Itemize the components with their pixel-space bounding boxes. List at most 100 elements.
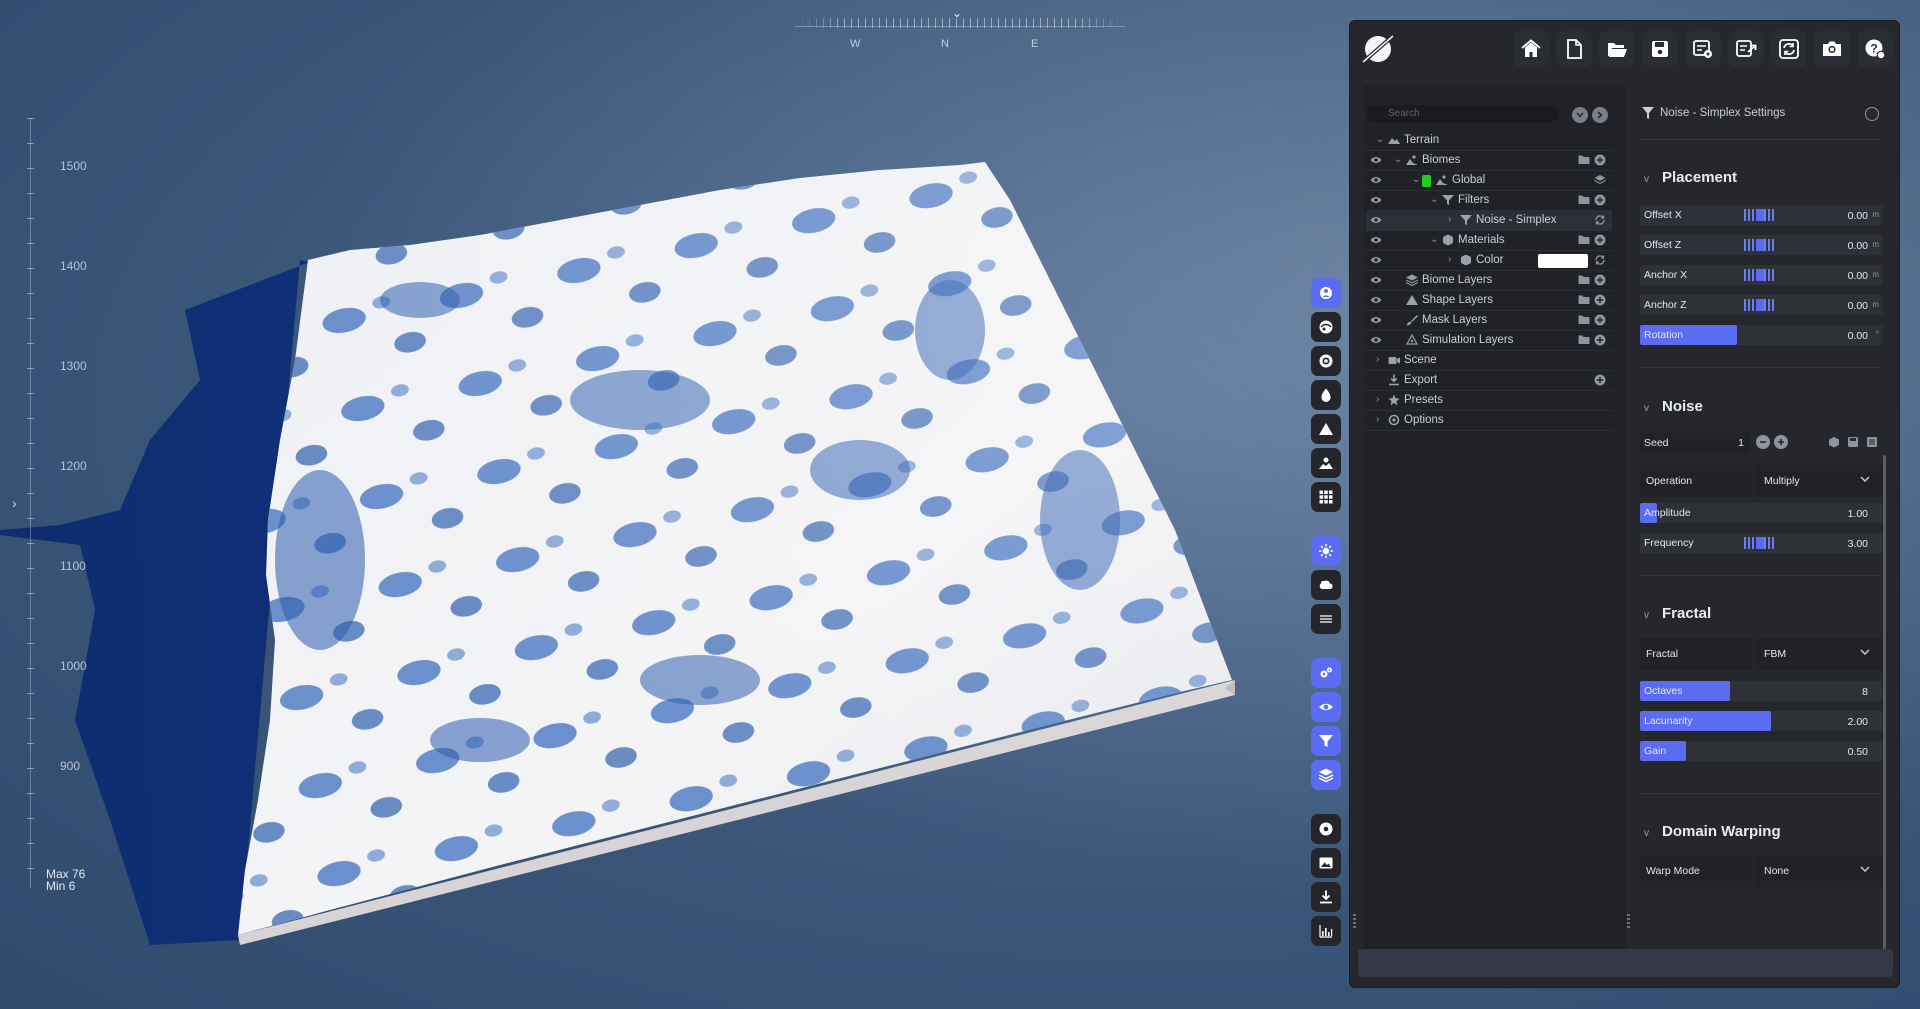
anchor-x-field[interactable]: Anchor X 0.00 m (1640, 265, 1882, 285)
warp-mode-select[interactable]: None (1756, 855, 1882, 887)
section-domain-warping[interactable]: v Domain Warping (1644, 823, 1781, 840)
add-icon[interactable] (1594, 374, 1606, 386)
folder-icon[interactable] (1578, 314, 1590, 325)
biome-color-swatch[interactable] (1422, 175, 1431, 187)
eye-icon[interactable] (1370, 295, 1382, 305)
tool-mountain-button[interactable] (1311, 414, 1341, 444)
tree-item-mask-layers[interactable]: Mask Layers (1366, 311, 1612, 331)
octaves-slider[interactable]: Octaves 8 (1640, 681, 1882, 701)
chevron-right-icon[interactable]: › (1376, 414, 1379, 425)
tool-stats-button[interactable] (1311, 916, 1341, 946)
tool-target-button[interactable] (1311, 346, 1341, 376)
add-icon[interactable] (1594, 274, 1606, 286)
section-noise[interactable]: v Noise (1644, 398, 1703, 415)
anchor-z-field[interactable]: Anchor Z 0.00 m (1640, 295, 1882, 315)
offset-x-field[interactable]: Offset X 0.00 m (1640, 205, 1882, 225)
seed-field[interactable]: Seed 1 (1640, 433, 1750, 453)
expand-left-icon[interactable]: › (12, 495, 17, 511)
new-file-button[interactable] (1556, 31, 1592, 67)
refresh-icon[interactable] (1594, 214, 1606, 226)
tool-compass-button[interactable] (1311, 278, 1341, 308)
eye-icon[interactable] (1370, 255, 1382, 265)
section-fractal[interactable]: v Fractal (1644, 605, 1711, 622)
collapse-all-button[interactable] (1572, 107, 1588, 123)
folder-icon[interactable] (1578, 274, 1590, 285)
eye-icon[interactable] (1370, 275, 1382, 285)
add-icon[interactable] (1594, 234, 1606, 246)
eye-icon[interactable] (1370, 235, 1382, 245)
tree-item-color[interactable]: › Color (1366, 251, 1612, 271)
jog-slider-icon[interactable] (1744, 209, 1776, 221)
list-icon[interactable] (1866, 436, 1878, 448)
tool-landscape-button[interactable] (1311, 448, 1341, 478)
chevron-down-icon[interactable]: ⌄ (1430, 194, 1438, 205)
rotation-slider[interactable]: Rotation 0.00 ° (1640, 325, 1882, 345)
resize-grip[interactable] (1627, 914, 1630, 928)
section-placement[interactable]: v Placement (1644, 169, 1737, 186)
chevron-right-icon[interactable]: › (1448, 254, 1451, 265)
status-bar[interactable] (1358, 949, 1893, 977)
tool-water-drop-button[interactable] (1311, 380, 1341, 410)
tree-item-global[interactable]: ⌄ Global (1366, 171, 1612, 191)
eye-icon[interactable] (1370, 335, 1382, 345)
tool-globe-button[interactable] (1311, 312, 1341, 342)
refresh-icon[interactable] (1594, 254, 1606, 266)
chevron-down-icon[interactable]: ⌄ (1430, 234, 1438, 245)
tool-fog-button[interactable] (1311, 604, 1341, 634)
resize-grip[interactable] (1353, 914, 1356, 928)
eye-icon[interactable] (1370, 195, 1382, 205)
tree-item-biome-layers[interactable]: Biome Layers (1366, 271, 1612, 291)
add-icon[interactable] (1594, 334, 1606, 346)
eye-icon[interactable] (1370, 215, 1382, 225)
jog-slider-icon[interactable] (1744, 537, 1776, 549)
folder-icon[interactable] (1578, 334, 1590, 345)
tree-item-terrain[interactable]: ⌄ Terrain (1366, 131, 1612, 151)
open-folder-button[interactable] (1599, 31, 1635, 67)
eye-icon[interactable] (1370, 315, 1382, 325)
lacunarity-slider[interactable]: Lacunarity 2.00 (1640, 711, 1882, 731)
save-settings-button[interactable] (1685, 31, 1721, 67)
camera-button[interactable] (1814, 31, 1850, 67)
tree-item-noise-simplex[interactable]: › Noise - Simplex (1366, 211, 1612, 231)
tool-sun-button[interactable] (1311, 536, 1341, 566)
offset-z-field[interactable]: Offset Z 0.00 m (1640, 235, 1882, 255)
help-button[interactable]: ? (1857, 31, 1893, 67)
chevron-right-icon[interactable]: › (1448, 214, 1451, 225)
folder-icon[interactable] (1578, 234, 1590, 245)
tree-item-options[interactable]: › Options (1366, 411, 1612, 431)
add-icon[interactable] (1594, 294, 1606, 306)
jog-slider-icon[interactable] (1744, 269, 1776, 281)
chevron-down-icon[interactable]: ⌄ (1412, 174, 1420, 185)
export-button[interactable] (1728, 31, 1764, 67)
search-input[interactable]: Search (1366, 105, 1558, 123)
tree-item-simulation-layers[interactable]: Simulation Layers (1366, 331, 1612, 351)
expand-button[interactable] (1592, 107, 1608, 123)
folder-icon[interactable] (1578, 294, 1590, 305)
tree-item-scene[interactable]: › Scene (1366, 351, 1612, 371)
tool-layers-button[interactable] (1311, 760, 1341, 790)
add-icon[interactable] (1594, 154, 1606, 166)
seed-increment-button[interactable] (1774, 435, 1788, 449)
chevron-right-icon[interactable]: › (1376, 394, 1379, 405)
seed-decrement-button[interactable] (1756, 435, 1770, 449)
tree-item-shape-layers[interactable]: Shape Layers (1366, 291, 1612, 311)
dice-icon[interactable] (1828, 436, 1840, 448)
chevron-right-icon[interactable]: › (1376, 354, 1379, 365)
color-swatch[interactable] (1538, 254, 1588, 268)
settings-gear-icon[interactable] (1865, 107, 1879, 121)
amplitude-slider[interactable]: Amplitude 1.00 (1640, 503, 1882, 523)
tool-eye-button[interactable] (1311, 692, 1341, 722)
operation-select[interactable]: Multiply (1756, 465, 1882, 497)
tool-record-button[interactable] (1311, 814, 1341, 844)
save-seed-icon[interactable] (1847, 436, 1859, 448)
tool-cloud-button[interactable] (1311, 570, 1341, 600)
chevron-down-icon[interactable]: ⌄ (1394, 154, 1402, 165)
compass[interactable]: ⌄ W N E (795, 6, 1125, 50)
tool-image-button[interactable] (1311, 848, 1341, 878)
eye-icon[interactable] (1370, 155, 1382, 165)
tool-grid-button[interactable] (1311, 482, 1341, 512)
tree-item-biomes[interactable]: ⌄ Biomes (1366, 151, 1612, 171)
tool-gears-button[interactable] (1311, 658, 1341, 688)
refresh-button[interactable] (1771, 31, 1807, 67)
tree-item-presets[interactable]: › Presets (1366, 391, 1612, 411)
